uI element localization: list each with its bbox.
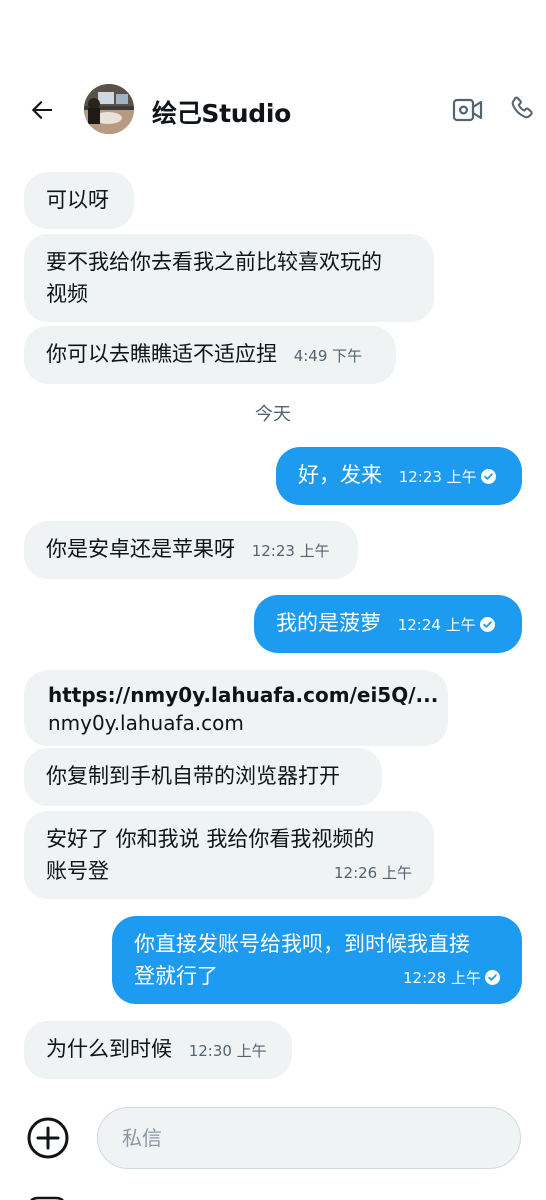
- message-input[interactable]: [97, 1107, 521, 1169]
- voice-call-button[interactable]: [503, 90, 541, 128]
- message-text-line-2: 登就行了: [134, 964, 218, 988]
- conversation-header: 绘己Studio: [0, 76, 546, 142]
- message-bubble-incoming[interactable]: 你是安卓还是苹果呀 12:23 上午: [24, 521, 358, 579]
- message-text: 可以呀: [46, 188, 109, 212]
- arrow-left-icon: [31, 100, 52, 120]
- message-text-line-1: 你直接发账号给我呗，到时候我直接: [134, 932, 470, 956]
- message-timestamp: 12:24 上午: [397, 616, 476, 634]
- dm-conversation-screen: 绘己Studio 可以呀 要不我给你去看我之前比较喜欢玩的 视频 你可以去瞧瞧适…: [0, 0, 546, 1200]
- message-bubble-incoming[interactable]: 你可以去瞧瞧适不适应捏 4:49 下午: [24, 326, 396, 384]
- message-text-line-2: 账号登: [46, 859, 109, 883]
- message-bubble-outgoing[interactable]: 你直接发账号给我呗，到时候我直接 登就行了 12:28 上午: [112, 916, 522, 1004]
- message-text: 你复制到手机自带的浏览器打开: [46, 764, 340, 788]
- message-bubble-incoming[interactable]: 安好了 你和我说 我给你看我视频的 账号登 12:26 上午: [24, 811, 434, 899]
- toolbar-edge: [30, 1196, 64, 1200]
- message-timestamp: 12:28 上午: [403, 969, 481, 987]
- message-timestamp: 12:30 上午: [188, 1042, 267, 1060]
- message-bubble-incoming[interactable]: 你复制到手机自带的浏览器打开: [24, 748, 382, 806]
- video-call-icon: [452, 98, 483, 122]
- read-check-icon: [479, 617, 495, 632]
- message-bubble-incoming[interactable]: 为什么到时候 12:30 上午: [24, 1021, 292, 1079]
- message-text: 为什么到时候: [46, 1037, 172, 1061]
- message-bubble-outgoing[interactable]: 我的是菠萝 12:24 上午: [254, 595, 522, 653]
- message-bubble-outgoing[interactable]: 好，发来 12:23 上午: [276, 447, 522, 505]
- message-timestamp: 4:49 下午: [293, 347, 363, 365]
- bottom-toolbar-peek: [0, 1190, 546, 1200]
- message-bubble-link[interactable]: https://nmy0y.lahuafa.com/ei5Q/... nmy0y…: [24, 670, 448, 746]
- back-button[interactable]: [22, 90, 62, 130]
- phone-icon: [511, 96, 533, 119]
- message-text-line-1: 要不我给你去看我之前比较喜欢玩的: [46, 250, 382, 274]
- message-bubble-incoming[interactable]: 可以呀: [24, 172, 134, 229]
- read-check-icon: [485, 970, 500, 985]
- message-text-line-1: 安好了 你和我说 我给你看我视频的: [46, 827, 375, 851]
- plus-circle-icon: [27, 1117, 69, 1159]
- message-timestamp: 12:26 上午: [334, 864, 412, 882]
- contact-name[interactable]: 绘己Studio: [152, 94, 291, 130]
- message-text: 好，发来: [298, 463, 382, 487]
- message-text: 我的是菠萝: [276, 611, 381, 635]
- message-timestamp: 12:23 上午: [398, 468, 477, 486]
- avatar-image: [84, 84, 134, 134]
- message-text-line-2: 视频: [46, 282, 88, 306]
- message-text: 你可以去瞧瞧适不适应捏: [46, 342, 277, 366]
- read-check-icon: [480, 469, 496, 484]
- message-bubble-incoming[interactable]: 要不我给你去看我之前比较喜欢玩的 视频: [24, 234, 434, 322]
- link-domain: nmy0y.lahuafa.com: [48, 711, 244, 735]
- day-separator: 今天: [255, 404, 291, 425]
- message-timestamp: 12:23 上午: [251, 542, 330, 560]
- message-text: 你是安卓还是苹果呀: [46, 537, 235, 561]
- add-attachment-button[interactable]: [26, 1116, 70, 1160]
- video-call-button[interactable]: [450, 92, 486, 128]
- link-url[interactable]: https://nmy0y.lahuafa.com/ei5Q/...: [48, 681, 438, 709]
- avatar[interactable]: [84, 84, 134, 134]
